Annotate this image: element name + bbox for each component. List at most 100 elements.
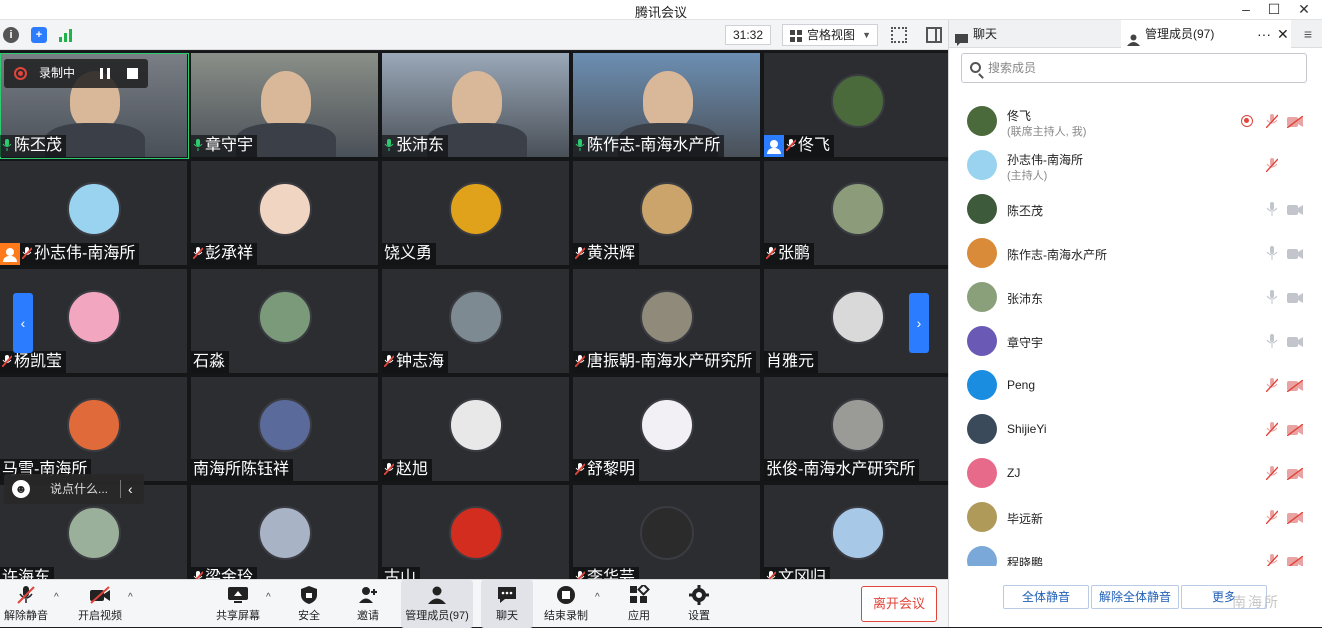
shield-icon[interactable]: + — [31, 27, 47, 43]
participant-tile[interactable]: 李华芸 — [573, 485, 762, 579]
camera-off-icon[interactable] — [1286, 379, 1304, 393]
camera-off-icon[interactable] — [1286, 467, 1304, 481]
camera-icon[interactable] — [1287, 203, 1303, 215]
maximize-icon[interactable]: ☐ — [1260, 0, 1288, 20]
camera-off-icon[interactable] — [1287, 555, 1304, 566]
avatar — [830, 290, 885, 344]
participant-tile[interactable]: 张鹏 — [764, 161, 948, 267]
video-feed — [643, 71, 693, 129]
stop-icon[interactable] — [127, 68, 138, 79]
mic-muted-icon[interactable] — [1266, 554, 1279, 566]
camera-off-icon[interactable] — [1286, 423, 1304, 437]
participant-tile[interactable]: 文冈归 — [764, 485, 948, 579]
chevron-up-icon[interactable]: ^ — [54, 592, 59, 603]
share-screen-button[interactable]: 共享屏幕 — [212, 580, 264, 628]
invite-button[interactable]: 邀请 — [348, 580, 388, 628]
menu-icon[interactable]: ≡ — [1293, 20, 1322, 48]
list-item[interactable]: 陈作志-南海水产所 — [949, 232, 1322, 276]
participant-tile[interactable]: 章守宇 — [191, 53, 380, 159]
camera-off-icon[interactable] — [1286, 511, 1304, 525]
list-item[interactable]: ShijieYi — [949, 408, 1322, 452]
participant-tile[interactable]: 舒黎明 — [573, 377, 762, 483]
tab-chat[interactable]: 聊天 — [949, 20, 1119, 48]
apps-button[interactable]: 应用 — [620, 580, 658, 628]
collapse-icon[interactable]: ‹ — [128, 474, 133, 504]
start-video-button[interactable]: 开启视频 — [74, 580, 126, 628]
participant-tile[interactable]: 马雪-南海所 — [0, 377, 189, 483]
members-panel: 聊天 管理成员(97) ··· ✕ ≡ 搜索成员 佟飞 (联席主持人, 我) 孙志伟… — [948, 20, 1322, 627]
participant-tile[interactable]: 石淼 — [191, 269, 380, 375]
list-item[interactable]: 张沛东 — [949, 276, 1322, 320]
minimize-icon[interactable]: – — [1232, 0, 1260, 20]
signal-icon[interactable] — [58, 27, 74, 43]
mic-muted-icon[interactable] — [1265, 114, 1279, 129]
participant-tile[interactable]: 张沛东 — [382, 53, 571, 159]
camera-icon[interactable] — [1287, 335, 1303, 347]
participant-tile[interactable]: 钟志海 — [382, 269, 571, 375]
quick-chat-popup[interactable]: ☻ 说点什么... ‹ — [4, 474, 144, 504]
tab-members[interactable]: 管理成员(97) ··· ✕ — [1121, 20, 1291, 48]
chevron-up-icon[interactable]: ^ — [595, 592, 600, 603]
mic-muted-icon[interactable] — [1265, 158, 1279, 173]
avatar — [967, 370, 997, 400]
participant-tile[interactable]: 赵旭 — [382, 377, 571, 483]
unmute-button[interactable]: 解除静音 — [2, 580, 50, 628]
manage-members-button[interactable]: 管理成员(97) — [401, 580, 473, 628]
mic-muted-icon[interactable] — [1265, 378, 1279, 393]
fullscreen-icon[interactable] — [891, 27, 907, 43]
participant-tile[interactable]: 古山 — [382, 485, 571, 579]
member-search-input[interactable]: 搜索成员 — [961, 53, 1307, 83]
chat-button[interactable]: 聊天 — [481, 580, 533, 628]
list-item[interactable]: 佟飞 (联席主持人, 我) — [949, 100, 1322, 144]
participant-tile[interactable]: 唐振朝-南海水产研究所 — [573, 269, 762, 375]
view-mode-dropdown[interactable]: 宫格视图 ▼ — [782, 24, 878, 46]
list-item[interactable]: 章守宇 — [949, 320, 1322, 364]
pause-icon[interactable] — [100, 68, 110, 79]
participant-tile[interactable]: 佟飞 — [764, 53, 948, 159]
mic-muted-icon[interactable] — [1265, 510, 1279, 525]
mic-icon[interactable] — [1266, 202, 1278, 216]
sidebar-toggle-icon[interactable] — [926, 27, 942, 43]
avatar — [967, 458, 997, 488]
participant-tile[interactable]: 饶义勇 — [382, 161, 571, 267]
mic-muted-icon[interactable] — [1265, 422, 1279, 437]
info-icon[interactable]: i — [3, 27, 19, 43]
emoji-icon[interactable]: ☻ — [12, 480, 30, 498]
mic-icon[interactable] — [1266, 334, 1278, 348]
unmute-all-button[interactable]: 解除全体静音 — [1091, 585, 1179, 609]
participant-tile[interactable]: 黄洪辉 — [573, 161, 762, 267]
camera-icon[interactable] — [1287, 247, 1303, 259]
participant-tile[interactable]: 张俊-南海水产研究所 — [764, 377, 948, 483]
chevron-up-icon[interactable]: ^ — [128, 592, 133, 603]
list-item[interactable]: ZJ — [949, 452, 1322, 496]
list-item[interactable]: 陈丕茂 — [949, 188, 1322, 232]
close-icon[interactable]: ✕ — [1290, 0, 1318, 20]
chevron-up-icon[interactable]: ^ — [266, 592, 271, 603]
avatar — [830, 74, 885, 128]
list-item[interactable]: 孙志伟-南海所 (主持人) — [949, 144, 1322, 188]
camera-off-icon[interactable] — [1286, 115, 1304, 129]
participant-tile[interactable]: 南海所陈钰祥 — [191, 377, 380, 483]
mic-icon[interactable] — [1266, 290, 1278, 304]
close-icon[interactable]: ✕ — [1277, 20, 1289, 48]
mic-icon[interactable] — [1266, 246, 1278, 260]
list-item[interactable]: Peng — [949, 364, 1322, 408]
more-icon[interactable]: ··· — [1257, 20, 1271, 48]
camera-icon[interactable] — [1287, 291, 1303, 303]
end-recording-button[interactable]: 结束录制 — [540, 580, 592, 628]
next-page-arrow[interactable]: › — [909, 293, 929, 353]
list-item[interactable]: 程晓鹏 — [949, 540, 1322, 566]
quick-chat-input[interactable]: 说点什么... — [50, 474, 108, 504]
security-button[interactable]: 安全 — [289, 580, 329, 628]
leave-meeting-button[interactable]: 离开会议 — [861, 586, 937, 622]
mute-all-button[interactable]: 全体静音 — [1003, 585, 1089, 609]
participant-name: 钟志海 — [396, 353, 445, 370]
list-item[interactable]: 毕远新 — [949, 496, 1322, 540]
participant-tile[interactable]: 梁金玲 — [191, 485, 380, 579]
mic-muted-icon[interactable] — [1265, 466, 1279, 481]
settings-button[interactable]: 设置 — [680, 580, 718, 628]
participant-tile[interactable]: 彭承祥 — [191, 161, 380, 267]
prev-page-arrow[interactable]: ‹ — [13, 293, 33, 353]
participant-tile[interactable]: 陈作志-南海水产所 — [573, 53, 762, 159]
participant-tile[interactable]: 孙志伟-南海所 — [0, 161, 189, 267]
